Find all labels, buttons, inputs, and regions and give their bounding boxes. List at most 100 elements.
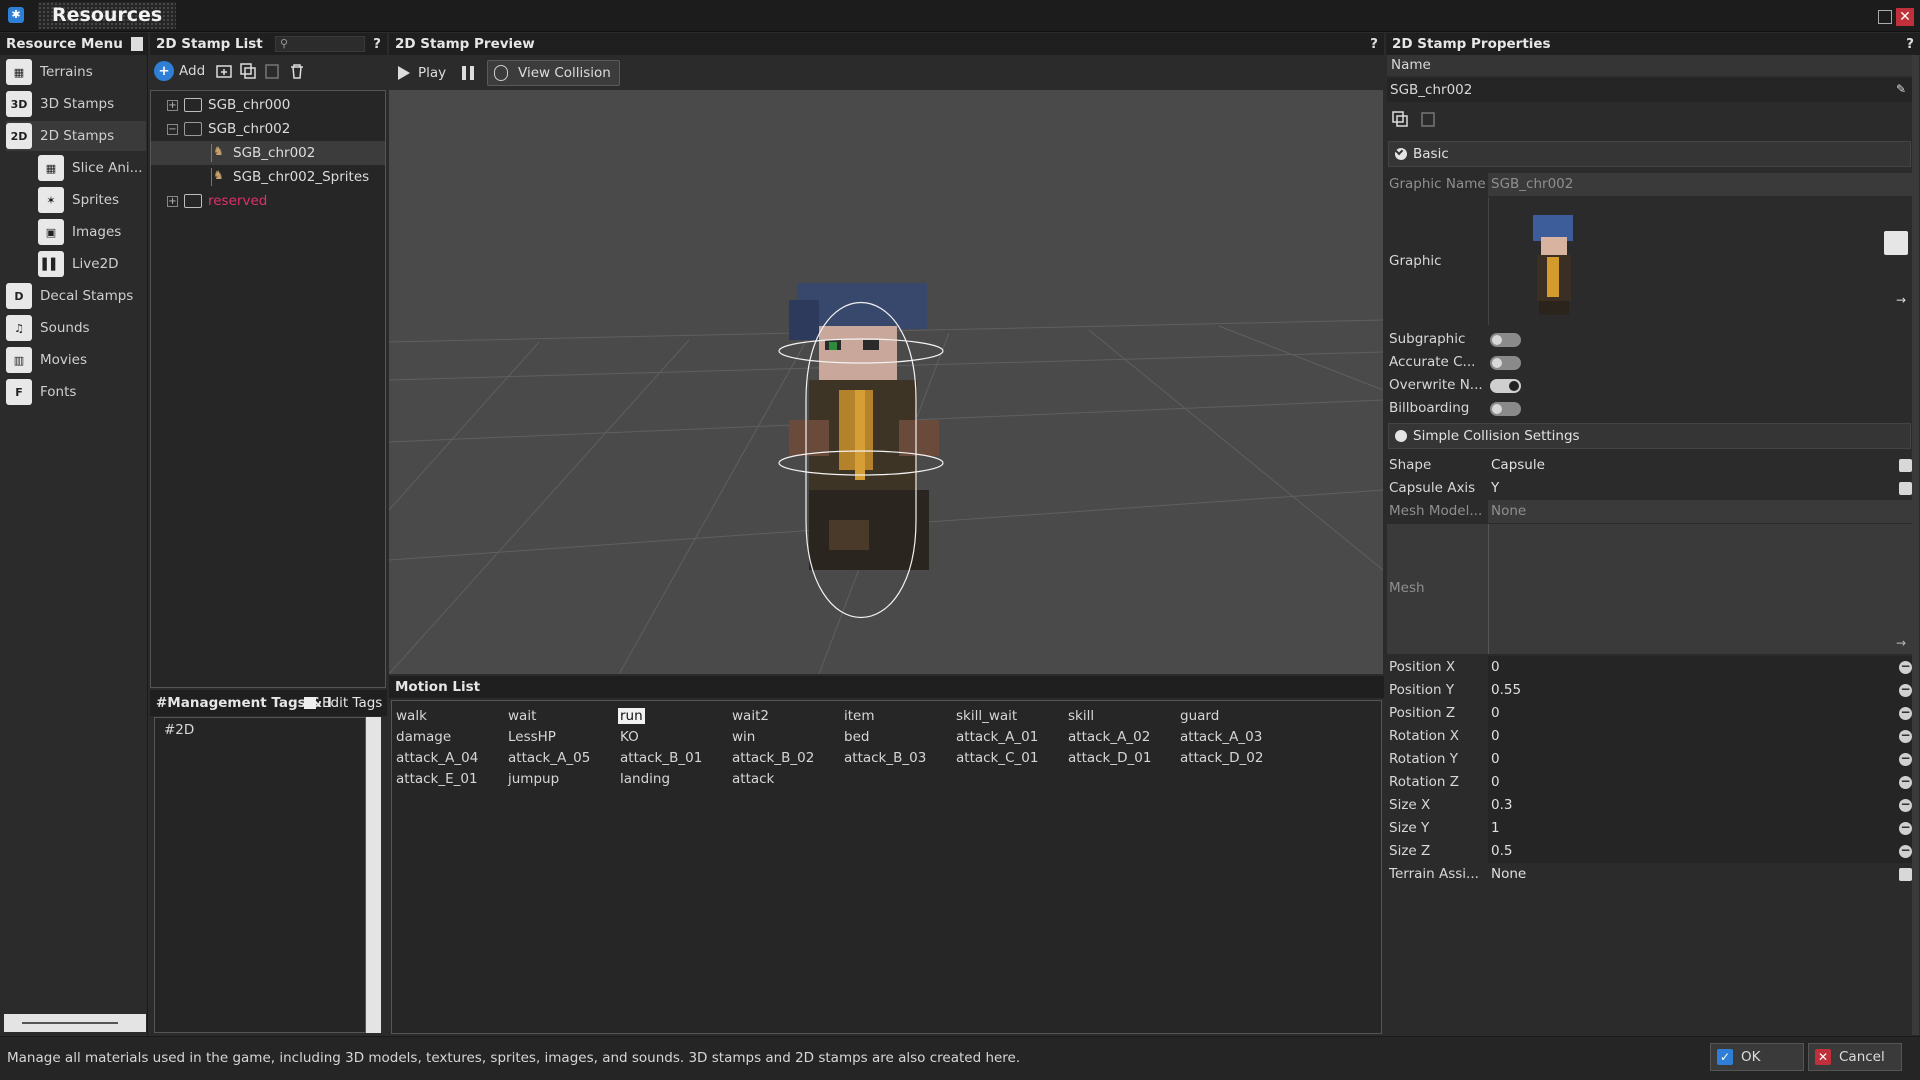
minus-circle-icon[interactable]: − — [1899, 660, 1912, 674]
tags-scrollbar[interactable] — [366, 717, 381, 1033]
minus-circle-icon[interactable]: − — [1899, 798, 1912, 812]
dropdown-icon[interactable] — [1899, 482, 1912, 495]
overwrite-toggle[interactable] — [1490, 379, 1521, 393]
motion-item[interactable]: wait — [508, 708, 536, 724]
accurate-collision-toggle[interactable] — [1490, 356, 1521, 370]
expand-icon[interactable]: + — [167, 195, 178, 207]
minus-circle-icon[interactable]: − — [1899, 775, 1912, 789]
collision-section-header[interactable]: Simple Collision Settings — [1388, 423, 1911, 449]
minus-circle-icon[interactable]: − — [1899, 752, 1912, 766]
motion-item[interactable]: attack_B_02 — [732, 750, 814, 766]
3d-viewport[interactable] — [389, 90, 1383, 674]
motion-item[interactable]: win — [732, 729, 755, 745]
motion-item[interactable]: skill_wait — [956, 708, 1017, 724]
menu-item-sounds[interactable]: ♫ Sounds — [6, 313, 146, 343]
menu-item-images[interactable]: ▣ Images — [38, 217, 146, 247]
motion-item[interactable]: attack_C_01 — [956, 750, 1038, 766]
motion-item[interactable]: attack_A_04 — [396, 750, 478, 766]
rotation-x-input[interactable]: 0 — [1488, 725, 1912, 748]
delete-button[interactable] — [286, 60, 308, 82]
position-x-input[interactable]: 0 — [1488, 656, 1912, 679]
tree-item-folder[interactable]: + SGB_chr000 — [151, 93, 385, 117]
checkbox[interactable] — [304, 697, 316, 709]
shape-select[interactable]: Capsule — [1488, 454, 1912, 477]
graphic-thumbnail[interactable]: → — [1488, 197, 1912, 325]
pause-button[interactable] — [462, 60, 474, 86]
menu-item-decal-stamps[interactable]: D Decal Stamps — [6, 281, 146, 311]
motion-item[interactable]: bed — [844, 729, 869, 745]
tag-item[interactable]: #2D — [164, 722, 194, 738]
dropdown-icon[interactable] — [1899, 868, 1912, 881]
tree-item-folder[interactable]: + reserved — [151, 189, 385, 213]
motion-item[interactable]: attack_A_02 — [1068, 729, 1150, 745]
motion-item[interactable]: attack — [732, 771, 774, 787]
restore-window-button[interactable] — [1878, 10, 1892, 24]
tree-item-stamp[interactable]: ♞ SGB_chr002 — [151, 141, 385, 165]
edit-tags-toggle[interactable]: Edit Tags — [304, 690, 382, 716]
motion-item[interactable]: guard — [1180, 708, 1219, 724]
tree-item-folder[interactable]: − SGB_chr002 — [151, 117, 385, 141]
help-icon[interactable]: ? — [1906, 33, 1914, 55]
select-graphic-icon[interactable] — [1884, 231, 1908, 255]
minus-circle-icon[interactable]: − — [1899, 821, 1912, 835]
arrow-right-icon[interactable]: → — [1896, 636, 1906, 650]
motion-item[interactable]: KO — [620, 729, 639, 745]
rotation-y-input[interactable]: 0 — [1488, 748, 1912, 771]
motion-item[interactable]: skill — [1068, 708, 1094, 724]
collapse-menu-icon[interactable] — [131, 37, 143, 51]
motion-item[interactable]: LessHP — [508, 729, 556, 745]
arrow-right-icon[interactable]: → — [1896, 293, 1906, 307]
menu-item-2d-stamps[interactable]: 2D 2D Stamps — [6, 121, 146, 151]
paste-properties-button[interactable] — [1420, 111, 1436, 127]
motion-item[interactable]: attack_E_01 — [396, 771, 478, 787]
minus-circle-icon[interactable]: − — [1899, 706, 1912, 720]
tree-item-stamp[interactable]: ♞ SGB_chr002_Sprites — [151, 165, 385, 189]
minus-circle-icon[interactable]: − — [1899, 683, 1912, 697]
help-icon[interactable]: ? — [1370, 33, 1378, 55]
properties-scrollbar[interactable] — [1912, 55, 1919, 1035]
motion-item[interactable]: attack_B_01 — [620, 750, 702, 766]
size-x-input[interactable]: 0.3 — [1488, 794, 1912, 817]
menu-horizontal-scrollbar[interactable] — [4, 1014, 146, 1032]
minus-circle-icon[interactable]: − — [1899, 729, 1912, 743]
menu-item-fonts[interactable]: F Fonts — [6, 377, 146, 407]
menu-item-slice-animation[interactable]: ▦ Slice Ani... — [38, 153, 146, 183]
motion-item[interactable]: walk — [396, 708, 427, 724]
motion-item[interactable]: damage — [396, 729, 451, 745]
motion-item[interactable]: attack_A_03 — [1180, 729, 1262, 745]
menu-item-movies[interactable]: ▥ Movies — [6, 345, 146, 375]
motion-item[interactable]: attack_D_02 — [1180, 750, 1263, 766]
position-y-input[interactable]: 0.55 — [1488, 679, 1912, 702]
ok-button[interactable]: ✓ OK — [1710, 1043, 1804, 1071]
motion-item[interactable]: attack_B_03 — [844, 750, 926, 766]
motion-item-selected[interactable]: run — [618, 708, 645, 724]
size-y-input[interactable]: 1 — [1488, 817, 1912, 840]
size-z-input[interactable]: 0.5 — [1488, 840, 1912, 863]
copy-properties-button[interactable] — [1392, 111, 1408, 127]
paste-button[interactable] — [261, 60, 283, 82]
collapse-icon[interactable]: − — [167, 123, 178, 135]
menu-item-3d-stamps[interactable]: 3D 3D Stamps — [6, 89, 146, 119]
motion-item[interactable]: jumpup — [508, 771, 559, 787]
new-folder-button[interactable] — [213, 60, 235, 82]
cancel-button[interactable]: ✕ Cancel — [1808, 1043, 1902, 1071]
expand-icon[interactable]: + — [167, 99, 178, 111]
close-window-button[interactable]: ✕ — [1896, 8, 1914, 26]
dropdown-icon[interactable] — [1899, 459, 1912, 472]
add-stamp-button[interactable]: + Add — [154, 59, 205, 83]
motion-item[interactable]: attack_D_01 — [1068, 750, 1151, 766]
copy-button[interactable] — [237, 60, 259, 82]
play-button[interactable]: Play — [398, 60, 446, 86]
capsule-axis-select[interactable]: Y — [1488, 477, 1912, 500]
motion-item[interactable]: item — [844, 708, 875, 724]
menu-item-live2d[interactable]: ▌▌ Live2D — [38, 249, 146, 279]
motion-item[interactable]: wait2 — [732, 708, 769, 724]
stamp-search-input[interactable]: ⚲ — [275, 36, 365, 52]
billboarding-toggle[interactable] — [1490, 402, 1521, 416]
edit-name-icon[interactable]: ✎ — [1896, 83, 1908, 95]
basic-section-header[interactable]: Basic — [1388, 141, 1911, 167]
subgraphic-toggle[interactable] — [1490, 333, 1521, 347]
position-z-input[interactable]: 0 — [1488, 702, 1912, 725]
name-field[interactable]: SGB_chr002 — [1387, 78, 1912, 102]
terrain-select[interactable]: None — [1488, 863, 1912, 886]
